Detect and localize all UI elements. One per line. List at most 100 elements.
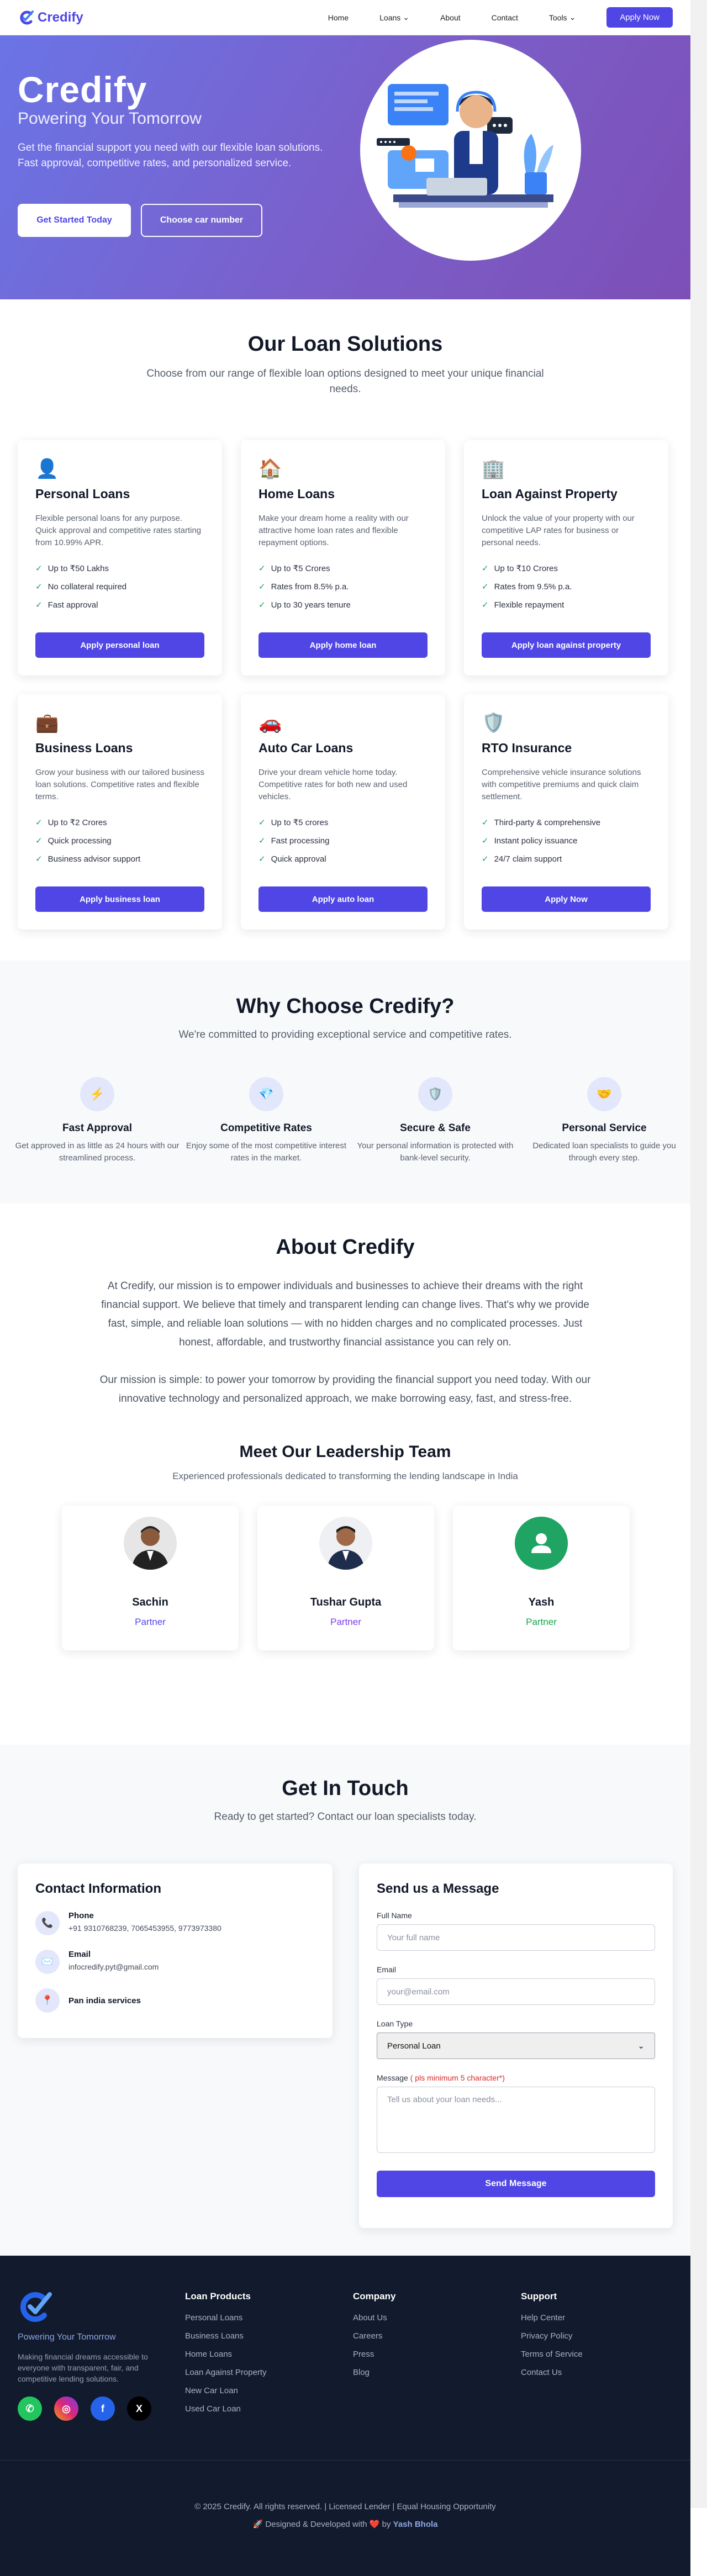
- feature-description: Enjoy some of the most competitive inter…: [186, 1141, 347, 1163]
- apply-now-button[interactable]: Apply Now: [606, 7, 673, 28]
- phone-label: Phone: [68, 1911, 94, 1920]
- person-icon: 👤: [35, 458, 59, 479]
- card-title: Auto Car Loans: [258, 741, 354, 755]
- contact-section: Get In Touch Ready to get started? Conta…: [0, 1745, 690, 2256]
- nav-links: Home Loans ⌄ About Contact Tools ⌄ Apply N…: [328, 7, 673, 28]
- whatsapp-icon[interactable]: ✆: [18, 2396, 42, 2421]
- feature-text: Rates from 8.5% p.a.: [271, 582, 349, 592]
- card-title: Contact Information: [35, 1881, 161, 1896]
- building-icon: 🏢: [482, 458, 505, 479]
- footer-link[interactable]: Used Car Loan: [185, 2404, 353, 2414]
- feature-personal-service: 🤝 Personal Service Dedicated loan specia…: [521, 1077, 687, 1164]
- email-row: ✉️ Email infocredify.pyt@gmail.com: [35, 1950, 315, 1974]
- loan-type-select[interactable]: Personal Loan ⌄: [377, 2033, 655, 2059]
- phone-value[interactable]: +91 9310768239, 7065453955, 9773973380: [68, 1924, 221, 1933]
- feature-list: ✓ Up to ₹2 Crores ✓ Quick processing ✓ Busi…: [35, 817, 204, 864]
- apply-business-loan-button[interactable]: Apply business loan: [35, 886, 204, 912]
- brand-logo[interactable]: Credify: [18, 9, 83, 26]
- check-icon: ✓: [35, 818, 43, 827]
- footer-link[interactable]: Careers: [353, 2331, 521, 2341]
- chevron-down-icon: ⌄: [569, 13, 576, 22]
- feature-text: Up to ₹10 Crores: [494, 564, 558, 573]
- apply-lap-button[interactable]: Apply loan against property: [482, 632, 651, 658]
- check-icon: ✓: [35, 564, 43, 573]
- apply-auto-loan-button[interactable]: Apply auto loan: [258, 886, 428, 912]
- apply-rto-insurance-button[interactable]: Apply Now: [482, 886, 651, 912]
- nav-link-home[interactable]: Home: [328, 13, 349, 22]
- member-role: Partner: [330, 1617, 361, 1627]
- footer-link[interactable]: Home Loans: [185, 2350, 353, 2359]
- feature-text: Up to ₹2 Crores: [48, 818, 107, 827]
- full-name-input[interactable]: Your full name: [377, 1924, 655, 1951]
- credit-prefix: 🚀 Designed & Developed with ❤️ by: [252, 2520, 391, 2529]
- feature-text: Quick approval: [271, 854, 326, 864]
- features-grid: ⚡ Fast Approval Get approved in as littl…: [0, 1077, 690, 1164]
- choose-car-number-button[interactable]: Choose car number: [141, 204, 262, 237]
- footer-link[interactable]: Privacy Policy: [521, 2331, 681, 2341]
- footer-link[interactable]: About Us: [353, 2313, 521, 2322]
- team-title: Meet Our Leadership Team: [239, 1443, 451, 1461]
- apply-personal-loan-button[interactable]: Apply personal loan: [35, 632, 204, 658]
- footer-link[interactable]: Blog: [353, 2368, 521, 2377]
- footer-link[interactable]: Loan Against Property: [185, 2368, 353, 2377]
- email-value[interactable]: infocredify.pyt@gmail.com: [68, 1962, 159, 1971]
- person-photo-icon: [124, 1517, 177, 1570]
- send-message-button[interactable]: Send Message: [377, 2171, 655, 2197]
- car-icon: 🚗: [258, 712, 282, 733]
- loan-card-auto: 🚗 Auto Car Loans Drive your dream vehicl…: [241, 694, 445, 930]
- check-icon: ✓: [35, 600, 43, 610]
- facebook-icon[interactable]: f: [91, 2396, 115, 2421]
- nav-link-about[interactable]: About: [440, 13, 461, 22]
- logo-icon: [20, 10, 34, 24]
- brand-name: Credify: [38, 9, 83, 25]
- footer-link[interactable]: Terms of Service: [521, 2350, 681, 2359]
- nav-link-contact[interactable]: Contact: [492, 13, 518, 22]
- feature-item: ✓ Third-party & comprehensive: [482, 817, 651, 827]
- section-title: About Credify: [276, 1236, 415, 1259]
- instagram-icon[interactable]: ◎: [54, 2396, 78, 2421]
- footer-heading: Support: [521, 2291, 557, 2301]
- footer-link[interactable]: Business Loans: [185, 2331, 353, 2341]
- footer-link[interactable]: Help Center: [521, 2313, 681, 2322]
- field-label: Loan Type: [377, 2019, 413, 2028]
- handshake-icon: 🤝: [587, 1077, 621, 1111]
- feature-item: ✓ Instant policy issuance: [482, 836, 651, 846]
- footer-link[interactable]: New Car Loan: [185, 2386, 353, 2395]
- feature-item: ✓ Rates from 8.5% p.a.: [258, 582, 428, 592]
- form-title: Send us a Message: [377, 1881, 499, 1896]
- social-links: ✆ ◎ f X: [18, 2396, 185, 2421]
- loan-card-property: 🏢 Loan Against Property Unlock the value…: [464, 440, 668, 675]
- about-paragraph: Our mission is simple: to power your tom…: [99, 1374, 591, 1405]
- why-choose-section: Why Choose Credify? We're committed to p…: [0, 960, 690, 1203]
- x-twitter-icon[interactable]: X: [127, 2396, 151, 2421]
- check-icon: ✓: [35, 582, 43, 592]
- section-title: Our Loan Solutions: [247, 332, 443, 356]
- developer-link[interactable]: Yash Bhola: [393, 2520, 438, 2529]
- get-started-button[interactable]: Get Started Today: [18, 204, 131, 237]
- email-input[interactable]: your@email.com: [377, 1978, 655, 2005]
- feature-text: Fast processing: [271, 836, 330, 846]
- footer-description: Making financial dreams accessible to ev…: [18, 2352, 148, 2383]
- card-title: Personal Loans: [35, 487, 130, 501]
- chevron-down-icon: ⌄: [403, 13, 410, 22]
- feature-list: ✓ Up to ₹10 Crores ✓ Rates from 9.5% p.a. …: [482, 563, 651, 610]
- feature-item: ✓ Up to ₹5 Crores: [258, 563, 428, 573]
- lightning-icon: ⚡: [80, 1077, 114, 1111]
- support-agent-illustration: [377, 84, 553, 208]
- feature-fast-approval: ⚡ Fast Approval Get approved in as littl…: [14, 1077, 180, 1164]
- nav-link-tools[interactable]: Tools ⌄: [549, 13, 576, 22]
- footer-link[interactable]: Personal Loans: [185, 2313, 353, 2322]
- apply-home-loan-button[interactable]: Apply home loan: [258, 632, 428, 658]
- feature-list: ✓ Third-party & comprehensive ✓ Instant po…: [482, 817, 651, 864]
- loan-card-rto: 🛡️ RTO Insurance Comprehensive vehicle i…: [464, 694, 668, 930]
- nav-link-loans[interactable]: Loans ⌄: [379, 13, 409, 22]
- page-scrollbar[interactable]: [690, 0, 707, 2508]
- feature-item: ✓ Fast processing: [258, 836, 428, 846]
- loan-card-home: 🏠 Home Loans Make your dream home a real…: [241, 440, 445, 675]
- footer-link[interactable]: Contact Us: [521, 2368, 681, 2377]
- loan-type-field-group: Loan Type Personal Loan ⌄: [377, 2019, 655, 2059]
- footer-link[interactable]: Press: [353, 2350, 521, 2359]
- message-textarea[interactable]: Tell us about your loan needs...: [377, 2087, 655, 2153]
- top-nav: Credify Home Loans ⌄ About Contact Tools ⌄…: [0, 0, 690, 35]
- feature-item: ✓ Up to 30 years tenure: [258, 600, 428, 610]
